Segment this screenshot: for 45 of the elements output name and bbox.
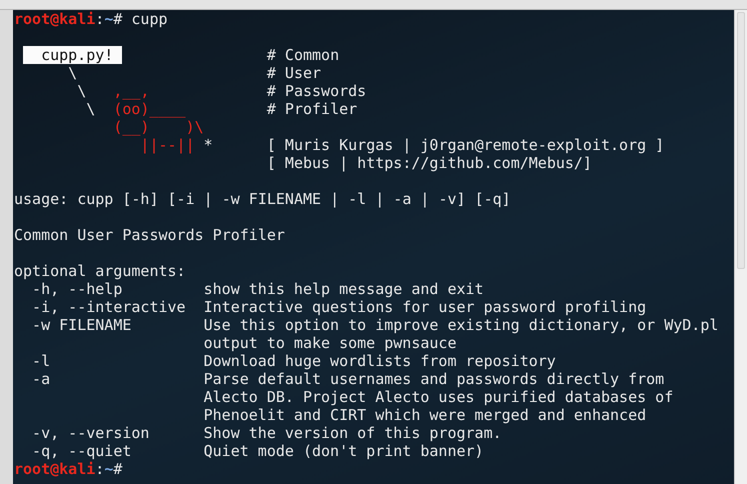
option-description: Download huge wordlists from repository [204,352,556,370]
banner-text: # Common [266,46,340,64]
ascii-art: \ [68,64,78,82]
description-text: Common User Passwords Profiler [14,226,285,244]
option-description: show this help message and exit [204,280,484,298]
ascii-art-label: cupp.py! [23,46,122,64]
option-description: Interactive questions for user password profiling [204,298,646,316]
prompt-symbol: # [113,10,122,28]
usage-text: usage: cupp [-h] [-i | -w FILENAME | -l | -a | -v] [-q] [14,190,511,208]
prompt-user-host: root@kali [14,460,96,478]
option-description: Use this option to improve existing dictionary, or WyD.pl [204,316,718,334]
option-description: Quiet mode (don't print banner) [204,442,484,460]
prompt-symbol: # [113,460,122,478]
option-label: -l [32,352,50,370]
ascii-art: * [204,136,213,154]
banner-text: # User [266,64,322,82]
option-label: -w FILENAME [32,316,132,334]
command-text: cupp [131,10,168,28]
prompt-path: ~ [104,10,114,28]
banner-text: [ Mebus | https://github.com/Mebus/] [266,154,592,172]
prompt-separator: : [95,10,104,28]
option-label: -i, --interactive [32,298,186,316]
banner-text: # Passwords [266,82,366,100]
scrollbar[interactable] [734,10,747,484]
section-heading: optional arguments: [14,262,186,280]
ascii-art: (__) )\ [113,118,204,136]
option-label: -a [32,370,50,388]
option-description: output to make some pwnsauce [204,334,456,352]
banner-text: [ Muris Kurgas | j0rgan@remote-exploit.org ] [266,136,664,154]
prompt-path: ~ [104,460,114,478]
option-label: -h, --help [32,280,122,298]
banner-text: # Profiler [266,100,358,118]
option-description: Phenoelit and CIRT which were merged and enhanced [204,406,646,424]
option-description: Parse default usernames and passwords directly from [204,370,664,388]
prompt-user-host: root@kali [14,10,96,28]
ascii-art: \ [86,100,96,118]
option-label: -q, --quiet [32,442,132,460]
ascii-art: \ [77,82,86,100]
ascii-art: (oo)____ [113,100,186,118]
option-label: -v, --version [32,424,150,442]
option-description: Show the version of this program. [204,424,502,442]
ascii-art: ,__, [113,82,150,100]
prompt-separator: : [95,460,104,478]
option-description: Alecto DB. Project Alecto uses purified databases of [204,388,674,406]
ascii-art: ||--|| [140,136,195,154]
